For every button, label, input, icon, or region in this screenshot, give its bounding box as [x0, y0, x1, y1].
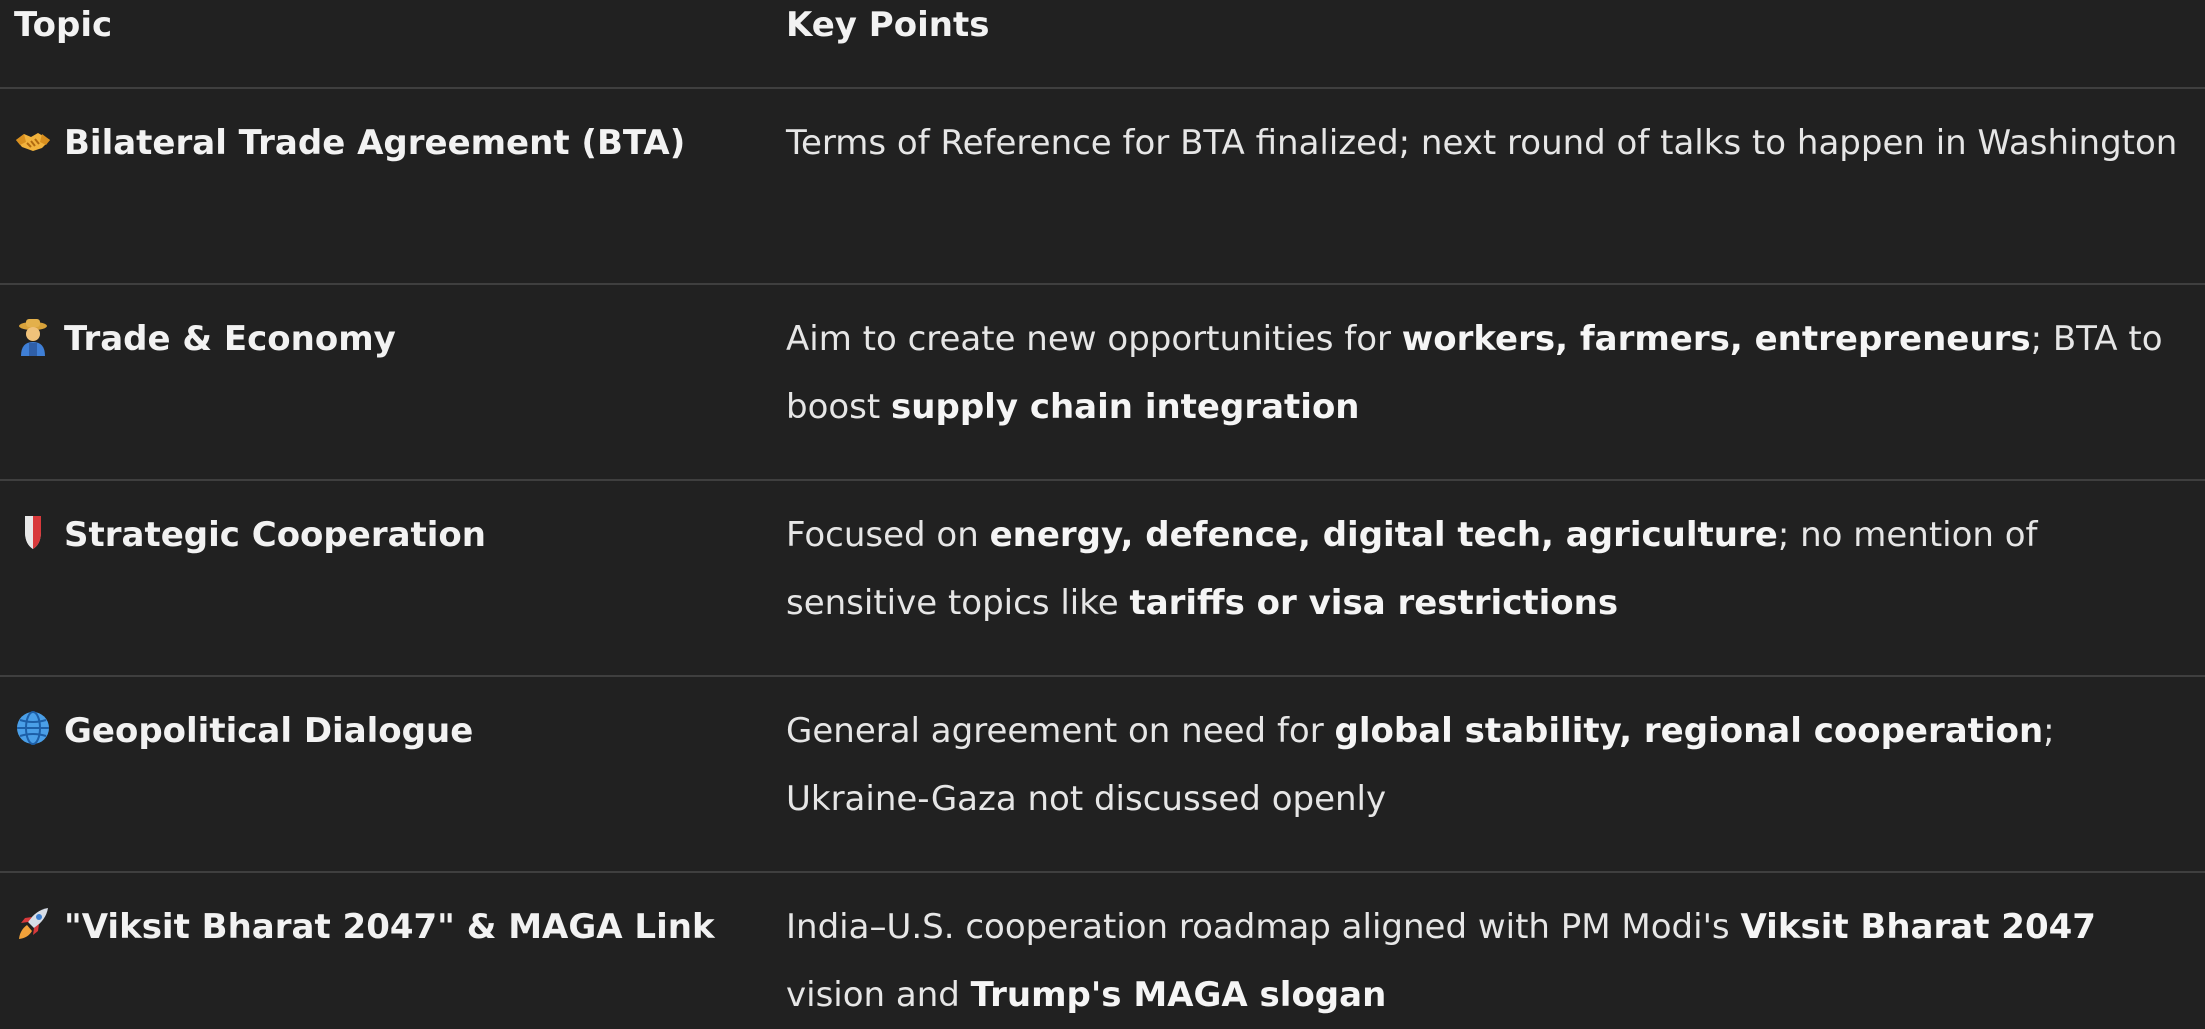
topic-label: Geopolitical Dialogue	[64, 711, 474, 751]
key-points-emphasis: Viksit Bharat 2047	[1740, 907, 2096, 947]
table-row: "Viksit Bharat 2047" & MAGA Link India–U…	[0, 873, 2205, 1026]
table-row: Bilateral Trade Agreement (BTA) Terms of…	[0, 89, 2205, 285]
key-points-table: Topic Key Points Bilateral Trade Agreeme…	[0, 0, 2205, 1026]
header-topic: Topic	[14, 5, 113, 45]
table-row: Geopolitical Dialogue General agreement …	[0, 677, 2205, 873]
key-points-text: India–U.S. cooperation roadmap aligned w…	[786, 907, 1741, 947]
key-points-text: Aim to create new opportunities for	[786, 319, 1402, 359]
farmer-icon	[14, 316, 52, 356]
key-points-emphasis: supply chain integration	[891, 387, 1360, 427]
topic-label: "Viksit Bharat 2047" & MAGA Link	[64, 907, 715, 947]
key-points-emphasis: tariffs or visa restrictions	[1129, 583, 1619, 623]
key-points-text: Terms of Reference for BTA finalized; ne…	[786, 123, 2178, 163]
key-points-cell: General agreement on need for global sta…	[786, 697, 2198, 833]
key-points-cell: India–U.S. cooperation roadmap aligned w…	[786, 893, 2198, 1029]
table-row: Strategic Cooperation Focused on energy,…	[0, 481, 2205, 677]
table-header: Topic Key Points	[0, 0, 2205, 89]
key-points-text: General agreement on need for	[786, 711, 1335, 751]
topic-label: Trade & Economy	[64, 319, 396, 359]
table-row: Trade & Economy Aim to create new opport…	[0, 285, 2205, 481]
topic-label: Bilateral Trade Agreement (BTA)	[64, 123, 686, 163]
globe-icon	[14, 708, 52, 748]
key-points-emphasis: Trump's MAGA slogan	[970, 975, 1387, 1015]
topic-cell: Bilateral Trade Agreement (BTA)	[14, 109, 754, 177]
key-points-emphasis: energy, defence, digital tech, agricultu…	[989, 515, 1778, 555]
topic-label: Strategic Cooperation	[64, 515, 486, 555]
handshake-icon	[14, 120, 52, 160]
key-points-cell: Aim to create new opportunities for work…	[786, 305, 2198, 441]
key-points-text: vision and	[786, 975, 971, 1015]
topic-cell: "Viksit Bharat 2047" & MAGA Link	[14, 893, 754, 961]
topic-cell: Strategic Cooperation	[14, 501, 754, 569]
key-points-text: Focused on	[786, 515, 990, 555]
topic-cell: Geopolitical Dialogue	[14, 697, 754, 765]
shield-icon	[14, 512, 52, 552]
key-points-cell: Focused on energy, defence, digital tech…	[786, 501, 2198, 637]
header-key-points: Key Points	[786, 5, 990, 45]
key-points-emphasis: global stability, regional cooperation	[1334, 711, 2044, 751]
rocket-icon	[14, 904, 52, 944]
topic-cell: Trade & Economy	[14, 305, 754, 373]
key-points-cell: Terms of Reference for BTA finalized; ne…	[786, 109, 2198, 177]
key-points-emphasis: workers, farmers, entrepreneurs	[1401, 319, 2031, 359]
